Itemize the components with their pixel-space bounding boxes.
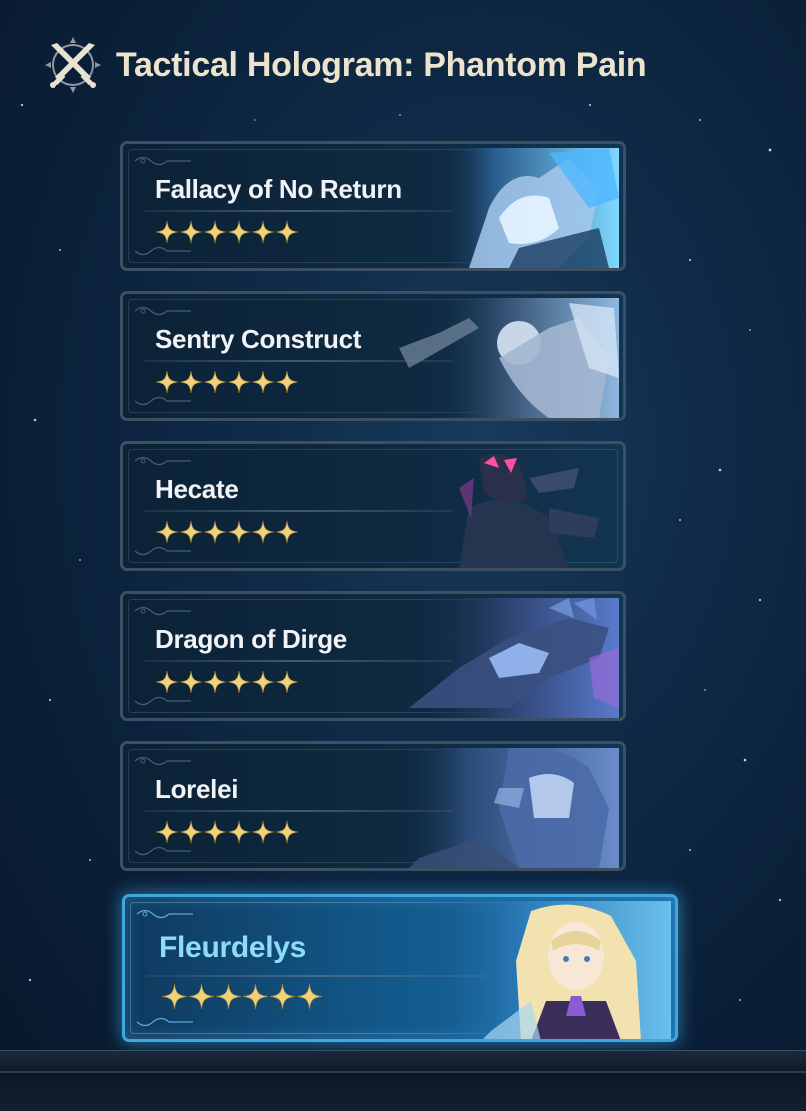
star-icon [251, 820, 275, 844]
star-icon [203, 220, 227, 244]
difficulty-stars [155, 670, 299, 694]
difficulty-stars [161, 983, 323, 1010]
floor-line [0, 1071, 806, 1073]
divider [143, 210, 453, 212]
star-icon [251, 520, 275, 544]
star-icon [227, 820, 251, 844]
star-icon [179, 520, 203, 544]
boss-name: Dragon of Dirge [155, 624, 347, 654]
star-icon [251, 670, 275, 694]
boss-card-hecate[interactable]: Hecate [120, 441, 626, 571]
star-icon [275, 820, 299, 844]
boss-card-dragon-of-dirge[interactable]: Dragon of Dirge [120, 591, 626, 721]
boss-portrait [439, 148, 619, 268]
page-title: Tactical Hologram: Phantom Pain [116, 45, 647, 84]
star-icon [155, 820, 179, 844]
boss-card-sentry-construct[interactable]: Sentry Construct [120, 291, 626, 421]
star-icon [155, 670, 179, 694]
star-icon [243, 984, 268, 1009]
star-icon [179, 370, 203, 394]
boss-card-fleurdelys[interactable]: Fleurdelys [122, 894, 678, 1042]
star-icon [155, 520, 179, 544]
difficulty-stars [155, 520, 299, 544]
ornament-icon [134, 246, 191, 256]
star-icon [216, 984, 241, 1009]
crossed-swords-icon [40, 32, 106, 98]
ornament-icon [134, 606, 191, 616]
boss-portrait [459, 454, 599, 568]
star-icon [179, 670, 203, 694]
star-icon [227, 370, 251, 394]
star-icon [203, 520, 227, 544]
star-icon [227, 220, 251, 244]
ornament-icon [134, 396, 191, 406]
ornament-icon [134, 846, 191, 856]
divider [143, 360, 453, 362]
star-icon [251, 370, 275, 394]
boss-portrait [399, 298, 619, 418]
boss-name: Sentry Construct [155, 324, 362, 354]
header: Tactical Hologram: Phantom Pain [40, 30, 647, 100]
star-icon [227, 670, 251, 694]
boss-name: Hecate [155, 474, 239, 504]
ornament-icon [134, 756, 191, 766]
divider [143, 660, 453, 662]
star-icon [251, 220, 275, 244]
star-icon [189, 984, 214, 1009]
star-icon [179, 220, 203, 244]
boss-card-lorelei[interactable]: Lorelei [120, 741, 626, 871]
ornament-icon [136, 1017, 193, 1027]
difficulty-stars [155, 370, 299, 394]
star-icon [275, 370, 299, 394]
difficulty-stars [155, 220, 299, 244]
ornament-icon [134, 156, 191, 166]
star-icon [227, 520, 251, 544]
star-icon [155, 370, 179, 394]
star-icon [275, 220, 299, 244]
boss-name: Lorelei [155, 774, 239, 804]
star-icon [275, 520, 299, 544]
divider [143, 810, 453, 812]
ornament-icon [136, 909, 193, 919]
divider [143, 510, 453, 512]
divider [147, 975, 487, 977]
star-icon [297, 984, 322, 1009]
boss-portrait [421, 901, 671, 1039]
boss-portrait [399, 748, 619, 868]
star-icon [203, 370, 227, 394]
ornament-icon [134, 546, 191, 556]
boss-name: Fallacy of No Return [155, 174, 402, 204]
ornament-icon [134, 696, 191, 706]
star-icon [155, 220, 179, 244]
floor-panel [0, 1050, 806, 1111]
difficulty-stars [155, 820, 299, 844]
star-icon [275, 670, 299, 694]
ornament-icon [134, 456, 191, 466]
boss-card-fallacy-of-no-return[interactable]: Fallacy of No Return [120, 141, 626, 271]
star-icon [203, 820, 227, 844]
star-icon [270, 984, 295, 1009]
star-icon [179, 820, 203, 844]
star-icon [162, 984, 187, 1009]
ornament-icon [134, 306, 191, 316]
star-icon [203, 670, 227, 694]
boss-name: Fleurdelys [159, 931, 307, 964]
boss-portrait [409, 598, 619, 718]
